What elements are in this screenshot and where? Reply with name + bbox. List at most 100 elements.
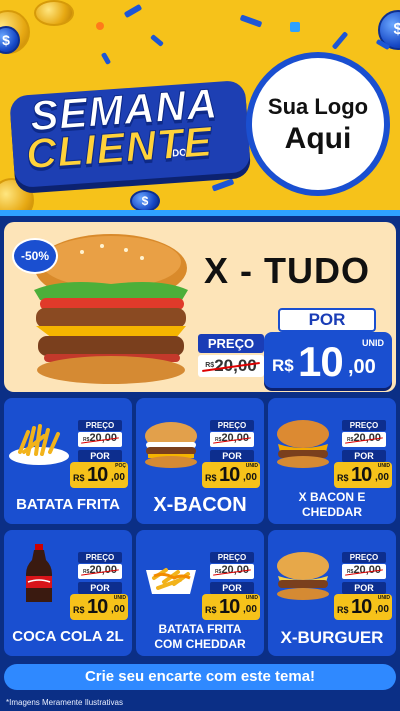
old-price-amount: 20,00 xyxy=(89,432,117,444)
product-price: R$ 10 ,00 UNID xyxy=(202,462,260,488)
price-integer: 10 xyxy=(298,338,344,385)
old-price-label: PREÇO xyxy=(342,552,386,563)
product-name: X BACON E CHEDDAR xyxy=(298,490,366,519)
price-integer: 10 xyxy=(219,596,240,618)
por-label: POR xyxy=(78,582,122,594)
price-currency: R$ xyxy=(205,605,217,615)
old-price-amount: 20,00 xyxy=(214,356,257,375)
old-price-label: PREÇO xyxy=(210,552,254,563)
por-label: POR xyxy=(78,450,122,462)
old-price-label: PREÇO xyxy=(342,420,386,431)
header-banner: $ $ $ SEMANA DO CLIENTE Sua Logo Aqui xyxy=(0,0,400,212)
featured-old-price-tag: PREÇO R$20,00 xyxy=(198,334,264,382)
confetti-shape xyxy=(211,178,235,192)
confetti-shape xyxy=(150,34,164,47)
old-price-tag: PREÇO R$20,00 xyxy=(78,552,122,579)
price-unit: UNID xyxy=(362,338,384,348)
old-price-value: R$20,00 xyxy=(342,564,386,579)
price-decimal: ,00 xyxy=(375,472,389,483)
price-decimal: ,00 xyxy=(243,604,257,615)
price-currency: R$ xyxy=(337,605,349,615)
old-price-value: R$20,00 xyxy=(198,355,264,377)
disclaimer-text: *Imagens Meramente Ilustrativas xyxy=(6,698,123,707)
confetti-shape xyxy=(123,3,143,19)
por-label: POR xyxy=(210,450,254,462)
price-decimal: ,00 xyxy=(348,356,376,378)
old-price-amount: 20,00 xyxy=(353,432,381,444)
featured-product-name: X - TUDO xyxy=(204,250,370,291)
price-unit: UNID xyxy=(245,595,258,601)
featured-price: R$ 10 ,00 UNID xyxy=(264,332,392,388)
price-integer: 10 xyxy=(351,596,372,618)
fries-image xyxy=(9,424,69,465)
old-price-value: R$20,00 xyxy=(210,564,254,579)
price-decimal: ,00 xyxy=(375,604,389,615)
price-integer: 10 xyxy=(351,464,372,486)
price-integer: 10 xyxy=(219,464,240,486)
old-price-label: PREÇO xyxy=(198,334,264,353)
confetti-shape xyxy=(290,22,300,32)
product-name: X-BACON xyxy=(153,494,247,516)
confetti-shape xyxy=(96,22,104,30)
price-decimal: ,00 xyxy=(243,472,257,483)
divider-stripe xyxy=(0,210,400,216)
product-card-x-burguer: PREÇO R$20,00 POR R$ 10 ,00 UNID X-BURGU… xyxy=(268,530,396,656)
old-price-amount: 20,00 xyxy=(353,564,381,576)
confetti-shape xyxy=(100,52,112,65)
old-price-value: R$20,00 xyxy=(210,432,254,447)
bottle-image xyxy=(26,544,52,602)
old-price-tag: PREÇO R$20,00 xyxy=(210,552,254,579)
coin-icon: $ xyxy=(130,190,160,212)
confetti-shape xyxy=(331,31,349,50)
price-currency: R$ xyxy=(272,356,294,375)
fries-cheddar-image xyxy=(146,568,196,594)
old-price-label: PREÇO xyxy=(210,420,254,431)
product-name: COCA COLA 2L xyxy=(12,628,124,645)
discount-badge: -50% xyxy=(12,238,58,274)
logo-text-line-2: Aqui xyxy=(284,122,352,155)
product-price: R$ 10 ,00 UNID xyxy=(334,594,392,620)
old-price-label: PREÇO xyxy=(78,552,122,563)
product-card-coca-cola: PREÇO R$20,00 POR R$ 10 ,00 UNID COCA CO… xyxy=(4,530,132,656)
product-price: R$ 10 ,00 POÇ xyxy=(70,462,128,488)
product-name: X-BURGUER xyxy=(280,628,384,647)
old-price-currency: R$ xyxy=(205,362,215,369)
price-decimal: ,00 xyxy=(111,604,125,615)
price-unit: POÇ xyxy=(115,463,126,469)
por-label: POR xyxy=(342,582,386,594)
old-price-tag: PREÇO R$20,00 xyxy=(210,420,254,447)
old-price-value: R$20,00 xyxy=(342,432,386,447)
por-label: POR xyxy=(342,450,386,462)
coin-icon xyxy=(34,0,74,26)
product-name: BATATA FRITA xyxy=(16,496,120,513)
old-price-label: PREÇO xyxy=(78,420,122,431)
product-card-x-bacon: PREÇO R$20,00 POR R$ 10 ,00 UNID X-BACON xyxy=(136,398,264,524)
price-decimal: ,00 xyxy=(111,472,125,483)
old-price-amount: 20,00 xyxy=(89,564,117,576)
product-price: R$ 10 ,00 UNID xyxy=(202,594,260,620)
old-price-amount: 20,00 xyxy=(221,564,249,576)
confetti-shape xyxy=(239,14,263,28)
old-price-amount: 20,00 xyxy=(221,432,249,444)
product-card-batata-cheddar: PREÇO R$20,00 POR R$ 10 ,00 UNID BATATA … xyxy=(136,530,264,656)
old-price-value: R$20,00 xyxy=(78,564,122,579)
product-name: BATATA FRITA COM CHEDDAR xyxy=(154,622,246,651)
product-card-batata-frita: PREÇO R$20,00 POR R$ 10 ,00 POÇ BATATA F… xyxy=(4,398,132,524)
price-currency: R$ xyxy=(73,473,85,483)
product-card-x-bacon-cheddar: PREÇO R$20,00 POR R$ 10 ,00 UNID X BACON… xyxy=(268,398,396,524)
burger-image xyxy=(277,420,329,468)
logo-text-line-1: Sua Logo xyxy=(267,94,369,119)
logo-placeholder: Sua Logo Aqui xyxy=(246,52,390,196)
featured-por-label: POR xyxy=(278,308,376,332)
price-unit: UNID xyxy=(377,463,390,469)
old-price-tag: PREÇO R$20,00 xyxy=(78,420,122,447)
price-integer: 10 xyxy=(87,596,108,618)
price-currency: R$ xyxy=(73,605,85,615)
burger-image xyxy=(277,552,329,600)
product-price: R$ 10 ,00 UNID xyxy=(70,594,128,620)
price-integer: 10 xyxy=(87,464,108,486)
old-price-value: R$20,00 xyxy=(78,432,122,447)
price-currency: R$ xyxy=(337,473,349,483)
price-unit: UNID xyxy=(377,595,390,601)
cta-button[interactable]: Crie seu encarte com este tema! xyxy=(4,664,396,690)
